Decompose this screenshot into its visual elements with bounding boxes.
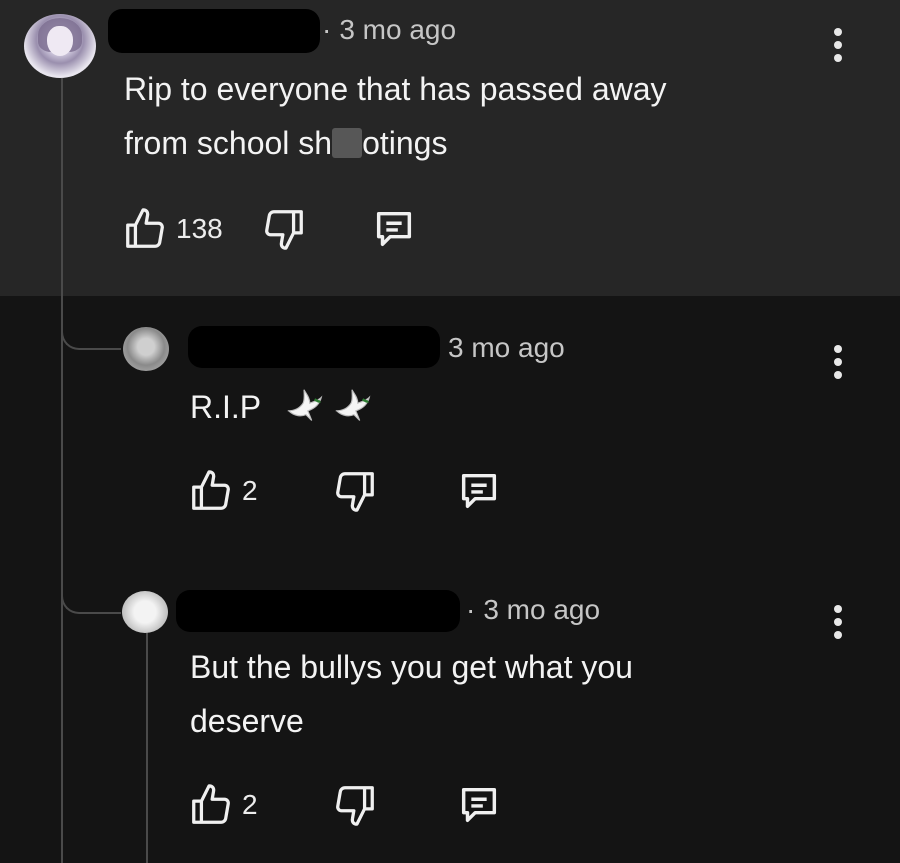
like-count: 2 bbox=[242, 789, 258, 820]
censor-blur bbox=[332, 128, 363, 158]
redacted-username bbox=[108, 9, 320, 53]
comment-line-2: deserve bbox=[190, 703, 304, 739]
dove-icon bbox=[282, 384, 328, 435]
thread-line bbox=[61, 78, 63, 863]
redacted-username bbox=[176, 590, 460, 632]
comment-actions: 2 bbox=[188, 782, 502, 828]
avatar[interactable] bbox=[24, 14, 96, 78]
timestamp: 3 mo ago bbox=[339, 14, 457, 45]
comment-text-start: from school sh bbox=[124, 125, 333, 161]
dove-icon bbox=[330, 384, 376, 435]
nested-thread-line bbox=[146, 632, 148, 863]
comment-meta: 3 mo ago bbox=[448, 332, 565, 364]
more-options-icon[interactable] bbox=[834, 28, 844, 67]
reply-icon[interactable] bbox=[456, 782, 502, 828]
reply-icon[interactable] bbox=[371, 206, 417, 252]
separator-dot: · bbox=[466, 594, 476, 625]
more-options-icon[interactable] bbox=[834, 605, 844, 644]
like-count: 138 bbox=[176, 213, 223, 244]
thumbs-down-icon[interactable] bbox=[332, 468, 378, 514]
comment-line-1: R.I.P bbox=[190, 389, 262, 425]
timestamp: 3 mo ago bbox=[483, 594, 601, 625]
thumbs-down-icon[interactable] bbox=[261, 206, 307, 252]
reply-connector-2 bbox=[61, 560, 121, 614]
like-count: 2 bbox=[242, 475, 258, 506]
thumbs-up-icon[interactable] bbox=[122, 206, 168, 252]
reply-icon[interactable] bbox=[456, 468, 502, 514]
comment-meta: · 3 mo ago bbox=[466, 594, 600, 626]
comment-text-end: otings bbox=[362, 125, 448, 161]
comment-actions: 2 bbox=[188, 468, 502, 514]
reply-connector-1 bbox=[61, 296, 121, 350]
thumbs-up-icon[interactable] bbox=[188, 782, 234, 828]
comment-actions: 138 bbox=[122, 206, 417, 252]
timestamp: 3 mo ago bbox=[448, 332, 565, 363]
separator-dot: · bbox=[322, 14, 332, 45]
thumbs-down-icon[interactable] bbox=[332, 782, 378, 828]
comment-text: Rip to everyone that has passed away fro… bbox=[124, 62, 667, 170]
comment-line-1: Rip to everyone that has passed away bbox=[124, 71, 667, 107]
thumbs-up-icon[interactable] bbox=[188, 468, 234, 514]
comment-line-1: But the bullys you get what you bbox=[190, 649, 633, 685]
redacted-username bbox=[188, 326, 440, 368]
avatar[interactable] bbox=[122, 591, 168, 633]
more-options-icon[interactable] bbox=[834, 345, 844, 384]
comment-text: R.I.P bbox=[190, 380, 261, 434]
avatar[interactable] bbox=[123, 327, 169, 371]
comment-text: But the bullys you get what you deserve bbox=[190, 640, 633, 748]
comment-meta: · 3 mo ago bbox=[322, 14, 456, 46]
comment-line-2: from school sh otings bbox=[124, 116, 667, 170]
